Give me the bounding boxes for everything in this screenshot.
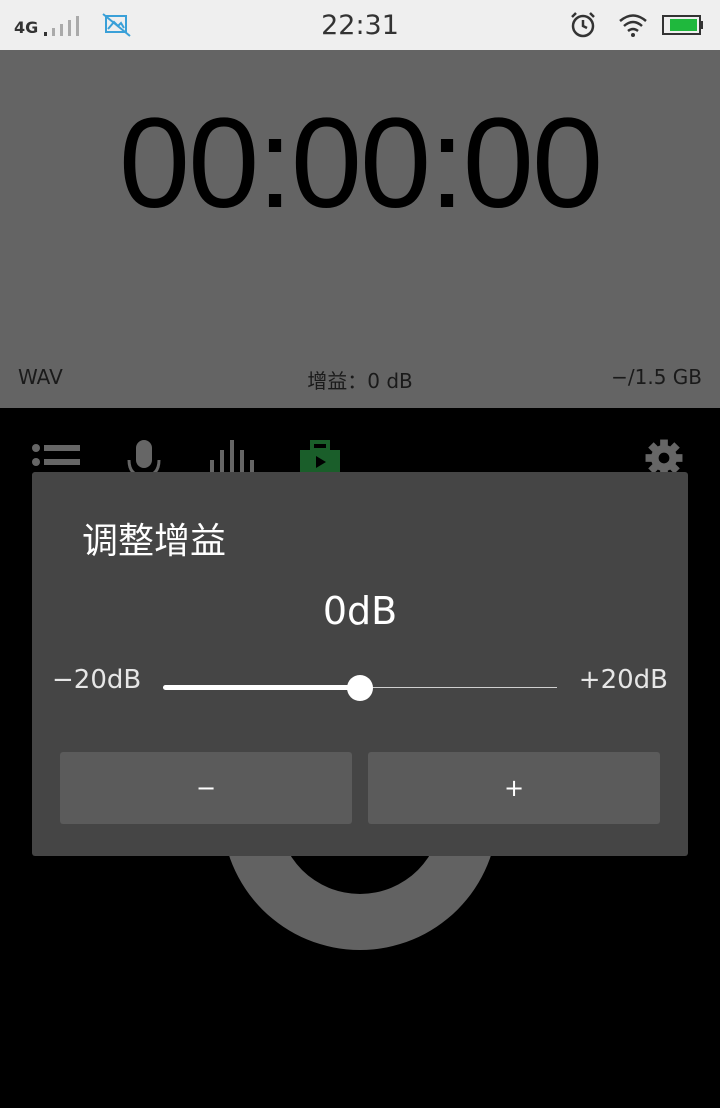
gain-value: 0dB [322,589,398,633]
gain-max-label: +20dB [578,665,668,695]
status-bar: 4G 22:31 [0,0,720,50]
decrease-gain-button[interactable]: − [60,752,352,824]
battery-icon [662,15,703,35]
increase-gain-button[interactable]: + [368,752,660,824]
recorder-info-panel: 00:00:00 WAV 增益：0 dB −/1.5 GB [0,50,720,408]
alarm-icon [571,12,595,38]
gain-min-label: −20dB [52,665,142,695]
gain-slider[interactable] [163,672,557,702]
status-time: 22:31 [321,10,399,41]
adjust-gain-dialog: 调整增益 0dB −20dB +20dB − + [32,472,688,856]
slider-thumb[interactable] [347,675,373,701]
recording-timer: 00:00:00 [118,92,603,235]
wifi-icon [619,14,647,37]
dialog-title: 调整增益 [82,521,227,562]
slider-fill [163,685,360,690]
storage-status: −/1.5 GB [611,365,702,389]
